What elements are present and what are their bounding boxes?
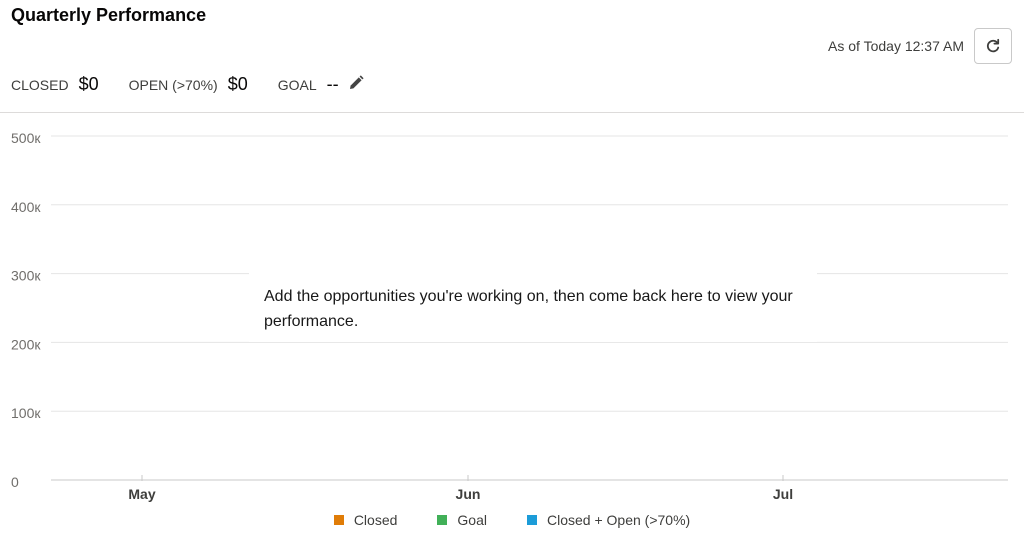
metric-closed-value: $0 <box>78 74 99 94</box>
refresh-icon <box>986 38 1000 53</box>
y-tick-label: 500к <box>11 130 41 146</box>
chart-legend: Closed Goal Closed + Open (>70%) <box>0 512 1024 528</box>
legend-swatch <box>437 515 448 525</box>
x-tick-label: Jun <box>456 486 481 502</box>
metric-closed: CLOSED $0 <box>11 74 99 95</box>
pencil-icon <box>349 75 364 89</box>
x-tick-label: Jul <box>773 486 793 502</box>
legend-item[interactable]: Closed + Open (>70%) <box>526 512 691 528</box>
y-tick-label: 400к <box>11 199 41 215</box>
refresh-button[interactable] <box>974 28 1012 64</box>
legend-label: Closed + Open (>70%) <box>546 512 691 528</box>
metric-open-label: OPEN (>70%) <box>128 77 218 93</box>
legend-item[interactable]: Goal <box>437 512 487 528</box>
metric-goal: GOAL -- <box>278 72 365 95</box>
metric-open: OPEN (>70%) $0 <box>129 74 248 95</box>
x-tick-label: May <box>128 486 155 502</box>
legend-label: Goal <box>457 512 487 528</box>
metric-goal-value: -- <box>326 74 339 94</box>
metric-goal-label: GOAL <box>277 77 317 93</box>
metric-closed-label: CLOSED <box>11 77 69 93</box>
legend-item[interactable]: Closed <box>333 512 398 528</box>
edit-goal-button[interactable] <box>347 74 365 97</box>
metrics-row: CLOSED $0 OPEN (>70%) $0 GOAL -- <box>11 72 395 95</box>
as-of-timestamp: As of Today 12:37 AM <box>828 38 964 54</box>
legend-label: Closed <box>353 512 398 528</box>
metric-open-value: $0 <box>227 74 248 94</box>
page-title: Quarterly Performance <box>11 5 207 25</box>
y-tick-label: 0 <box>11 474 19 490</box>
legend-swatch <box>333 515 344 525</box>
empty-state-message: Add the opportunities you're working on,… <box>249 268 817 342</box>
y-tick-label: 200к <box>11 336 41 352</box>
legend-swatch <box>526 515 537 525</box>
y-tick-label: 300к <box>11 268 41 284</box>
y-tick-label: 100к <box>11 405 41 421</box>
